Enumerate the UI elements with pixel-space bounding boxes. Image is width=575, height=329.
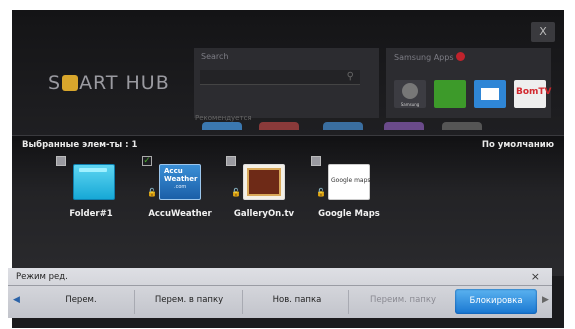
galleryon-icon [243, 164, 285, 200]
mail-app-tile[interactable] [474, 80, 506, 108]
new-badge-icon [455, 52, 465, 61]
recommended-tile[interactable] [259, 122, 299, 130]
scroll-left-icon[interactable]: ◀ [13, 295, 20, 305]
bomtv-app-tile[interactable]: BomTV [514, 80, 552, 108]
item-label: AccuWeather [148, 209, 212, 219]
samsung-apps-title: Samsung Apps [394, 52, 465, 62]
item-checkbox-checked[interactable]: ✓ [142, 156, 152, 166]
edit-actions-row: ◀ Перем. Перем. в папку Нов. папка Переи… [8, 286, 552, 318]
folder-icon [73, 164, 115, 200]
selected-count-label: Выбранные элем-ты : 1 [22, 140, 138, 150]
recommended-tile[interactable] [384, 122, 424, 130]
google-maps-icon: Google maps [328, 164, 371, 200]
samsung-apps-panel[interactable]: Samsung Apps Samsung BomTV [386, 48, 552, 118]
unlock-icon: 🔓 [316, 188, 326, 197]
logo-text: ART HUB [79, 72, 170, 94]
item-checkbox[interactable] [56, 156, 66, 166]
unlock-icon: 🔓 [231, 188, 241, 197]
unlock-icon: 🔓 [147, 188, 157, 197]
lock-button[interactable]: Блокировка [455, 289, 537, 314]
samsung-app-label: Samsung [400, 102, 420, 107]
tile-text-accu: Accu [164, 167, 183, 175]
edit-mode-title: Режим ред. [16, 272, 68, 282]
scroll-right-icon[interactable]: ▶ [542, 295, 549, 305]
favorite-item-accuweather[interactable]: ✓ 🔓 Accu Weather .com AccuWeather [138, 156, 218, 219]
favorite-item-folder[interactable]: Folder#1 [52, 156, 132, 219]
favorite-item-google-maps[interactable]: 🔓 Google maps Google Maps [307, 156, 387, 219]
rename-folder-button[interactable]: Переим. папку [348, 295, 458, 305]
search-icon: ⚲ [346, 71, 354, 82]
accuweather-icon: Accu Weather .com [159, 164, 201, 200]
map-app-tile[interactable] [434, 80, 466, 108]
screen: X S ART HUB Search ⚲ Рекомендуется Samsun… [0, 0, 575, 329]
search-panel[interactable]: Search ⚲ [194, 48, 379, 118]
search-input[interactable]: ⚲ [200, 70, 360, 85]
logo-cube-icon [62, 75, 79, 91]
search-title: Search [201, 52, 229, 61]
google-maps-tile-text: Google maps [331, 177, 371, 184]
samsung-apps-label: Samsung Apps [394, 53, 454, 62]
move-button[interactable]: Перем. [26, 295, 136, 305]
recommended-label: Рекомендуется [195, 114, 252, 122]
logo-letter-s: S [48, 72, 62, 94]
smart-hub-logo: S ART HUB [48, 72, 170, 94]
samsung-app-tile[interactable]: Samsung [394, 80, 426, 108]
favorite-item-galleryon[interactable]: 🔓 GalleryOn.tv [222, 156, 302, 219]
sort-order-label[interactable]: По умолчанию [482, 140, 554, 150]
item-checkbox[interactable] [226, 156, 236, 166]
item-checkbox[interactable] [311, 156, 321, 166]
close-hub-button[interactable]: X [531, 22, 555, 42]
item-label: Google Maps [318, 209, 380, 219]
recommended-tile[interactable] [202, 122, 242, 130]
tile-text-weather: Weather [164, 175, 198, 183]
recommended-tile[interactable] [442, 122, 482, 130]
favorites-section: Выбранные элем-ты : 1 По умолчанию Folde… [12, 135, 564, 276]
close-icon[interactable]: × [531, 270, 540, 283]
item-label: Folder#1 [69, 209, 113, 219]
bomtv-app-label: BomTV [516, 87, 552, 97]
edit-mode-bar: Режим ред. × ◀ Перем. Перем. в папку Нов… [8, 268, 552, 318]
recommended-tile[interactable] [323, 122, 363, 130]
new-folder-button[interactable]: Нов. папка [242, 295, 352, 305]
tile-text-com: .com [174, 184, 187, 190]
item-label: GalleryOn.tv [233, 209, 295, 219]
move-to-folder-button[interactable]: Перем. в папку [134, 295, 244, 305]
